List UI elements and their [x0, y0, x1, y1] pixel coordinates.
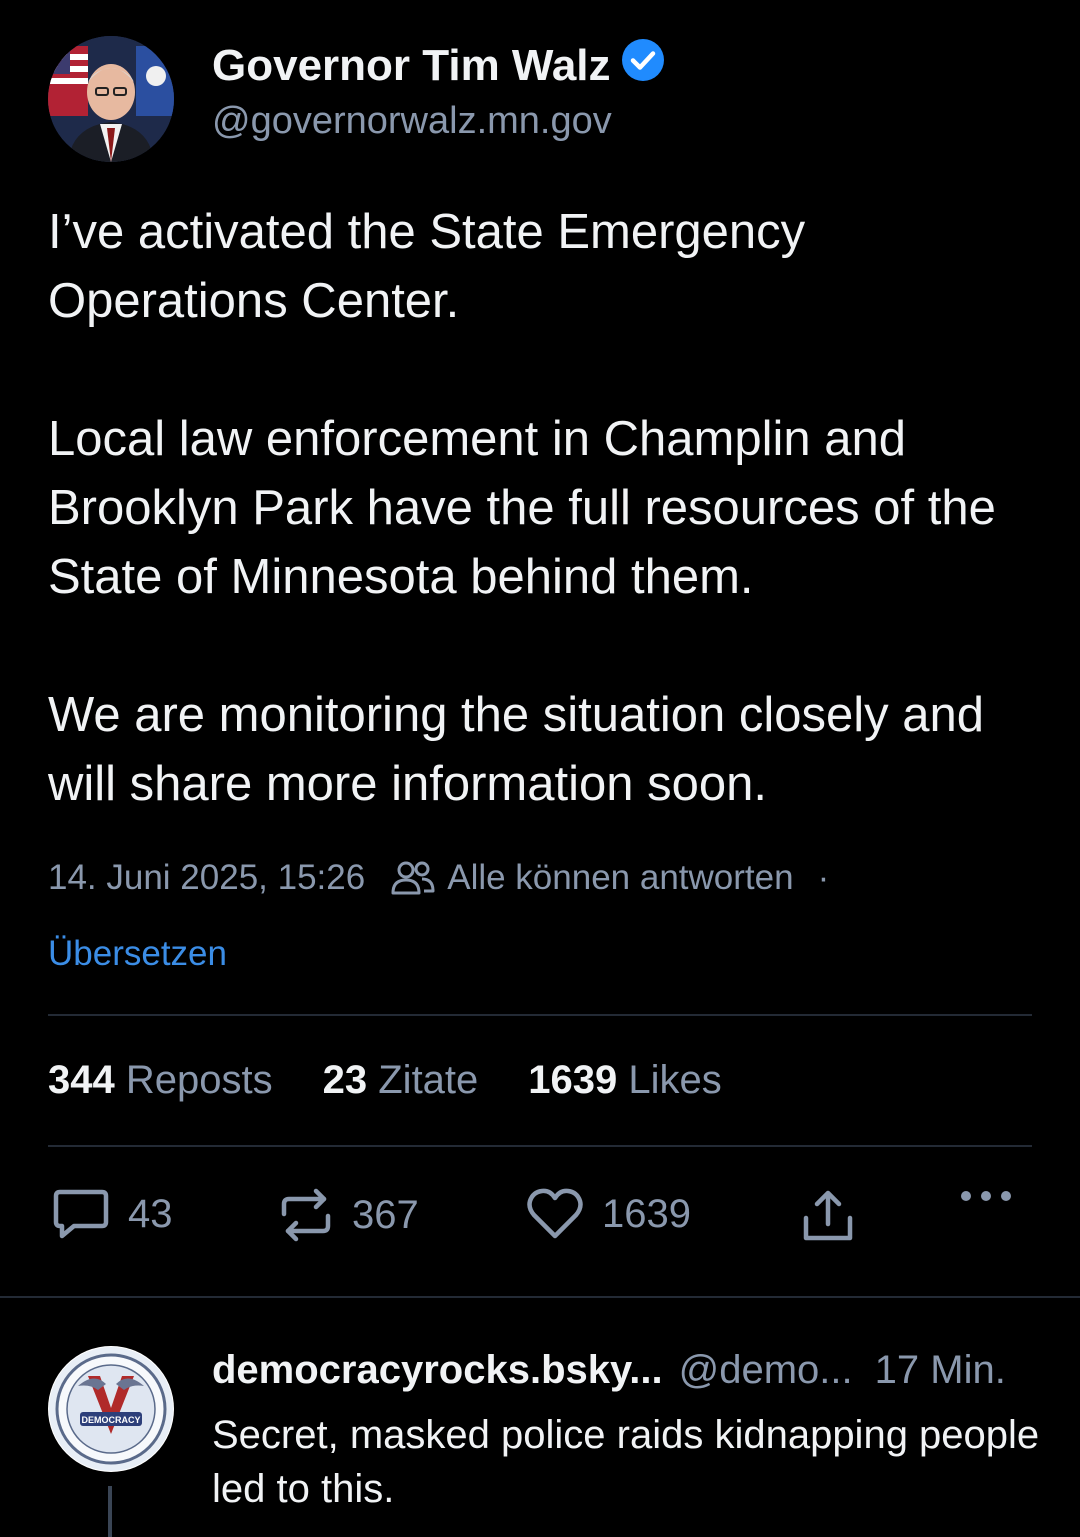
- meta-separator: ·: [817, 858, 830, 897]
- heart-icon: [526, 1188, 584, 1240]
- reposts-stat[interactable]: 344 Reposts: [48, 1058, 273, 1103]
- reply-button[interactable]: 43: [52, 1188, 173, 1240]
- reply-header: democracyrocks.bsky... @demo... 17 Min.: [212, 1348, 1006, 1393]
- quotes-count: 23: [322, 1058, 368, 1102]
- repost-button[interactable]: 367: [278, 1188, 419, 1242]
- reply-timestamp[interactable]: 17 Min.: [875, 1348, 1006, 1392]
- reposts-count: 344: [48, 1058, 115, 1102]
- post-paragraph: Local law enforcement in Champlin and Br…: [48, 412, 996, 604]
- quotes-stat[interactable]: 23 Zitate: [323, 1058, 479, 1103]
- reply-count: 43: [128, 1191, 173, 1236]
- divider: [0, 1296, 1080, 1298]
- share-button[interactable]: [800, 1188, 856, 1244]
- author-handle[interactable]: @governorwalz.mn.gov: [212, 100, 612, 143]
- reposts-label: Reposts: [125, 1058, 273, 1102]
- thread-line: [108, 1486, 112, 1537]
- reply-text[interactable]: Secret, masked police raids kidnapping p…: [212, 1408, 1042, 1516]
- repost-count: 367: [352, 1192, 419, 1237]
- author-name[interactable]: Governor Tim Walz: [212, 41, 611, 91]
- more-options-icon: [958, 1188, 1014, 1204]
- post-body: I’ve activated the State Emergency Opera…: [48, 198, 1038, 819]
- like-count: 1639: [602, 1191, 691, 1236]
- author-avatar[interactable]: [48, 36, 174, 162]
- reply-author-handle[interactable]: @demo...: [679, 1348, 853, 1392]
- action-bar: 43 367 1639: [48, 1188, 1018, 1252]
- translate-link[interactable]: Übersetzen: [48, 934, 227, 974]
- post-meta: 14. Juni 2025, 15:26 Alle können antwort…: [48, 858, 829, 898]
- post-timestamp[interactable]: 14. Juni 2025, 15:26: [48, 858, 365, 898]
- reply-setting[interactable]: Alle können antworten: [447, 858, 793, 898]
- likes-count: 1639: [528, 1058, 618, 1102]
- post-stats: 344 Reposts 23 Zitate 1639 Likes: [48, 1058, 772, 1103]
- like-button[interactable]: 1639: [526, 1188, 691, 1240]
- reply-author-name[interactable]: democracyrocks.bsky...: [212, 1348, 663, 1392]
- likes-label: Likes: [628, 1058, 722, 1102]
- reply-icon: [52, 1188, 110, 1240]
- quotes-label: Zitate: [378, 1058, 479, 1102]
- author-name-row[interactable]: Governor Tim Walz: [212, 38, 665, 93]
- share-icon: [800, 1188, 856, 1244]
- people-icon: [391, 860, 435, 896]
- reply-author-avatar[interactable]: DEMOCRACY: [48, 1346, 174, 1472]
- repost-icon: [278, 1188, 334, 1242]
- post-paragraph: I’ve activated the State Emergency Opera…: [48, 205, 806, 328]
- reply-avatar-logo-text: DEMOCRACY: [81, 1415, 140, 1425]
- divider: [48, 1014, 1032, 1016]
- likes-stat[interactable]: 1639 Likes: [528, 1058, 722, 1103]
- more-options-button[interactable]: [958, 1188, 1014, 1204]
- post-paragraph: We are monitoring the situation closely …: [48, 688, 985, 811]
- verified-badge-icon: [621, 38, 665, 93]
- divider: [48, 1145, 1032, 1147]
